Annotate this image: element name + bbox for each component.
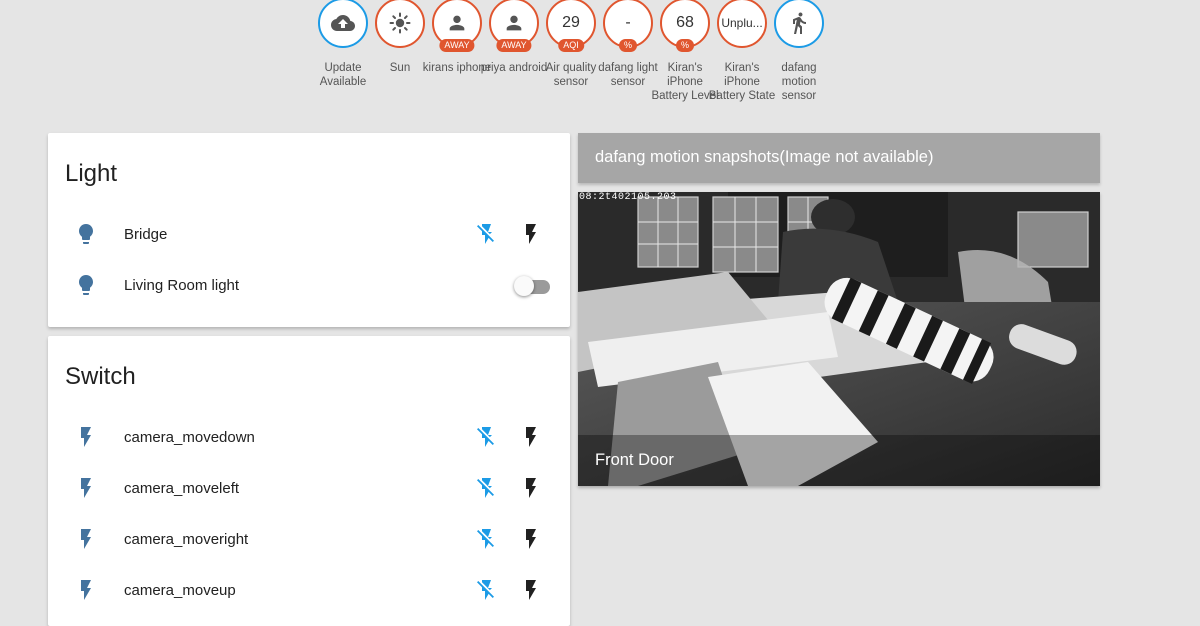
entity-row-bridge[interactable]: Bridge — [48, 215, 570, 255]
walk-icon — [793, 12, 806, 34]
entity-row-camera-moveleft[interactable]: camera_moveleft — [48, 469, 570, 509]
entity-name[interactable]: camera_moveleft — [124, 480, 239, 497]
badge-circle[interactable]: Unplu... — [717, 0, 767, 48]
badge-tag: % — [675, 39, 695, 52]
sun-icon — [389, 12, 411, 34]
flash-icon[interactable] — [74, 578, 98, 602]
flash-on-button[interactable] — [519, 476, 543, 500]
flash-on-button[interactable] — [519, 578, 543, 602]
cloud-upload-icon — [331, 15, 355, 31]
flash-on-button[interactable] — [519, 527, 543, 551]
flash-off-button[interactable] — [475, 578, 499, 602]
living-room-light-toggle[interactable] — [514, 275, 550, 297]
badge-value: 29 — [562, 14, 580, 31]
entity-name[interactable]: Bridge — [124, 226, 167, 243]
flash-icon[interactable] — [74, 425, 98, 449]
entity-row-camera-moveup[interactable]: camera_moveup — [48, 571, 570, 611]
flash-on-button[interactable] — [519, 222, 543, 246]
switch-card: Switch camera_movedown camera_moveleft c… — [48, 336, 570, 626]
card-title: Switch — [65, 363, 136, 390]
flash-off-button[interactable] — [475, 476, 499, 500]
flash-on-button[interactable] — [519, 425, 543, 449]
badge-tag: AWAY — [496, 39, 532, 52]
light-card: Light Bridge Living Room light — [48, 133, 570, 327]
badge-circle[interactable] — [318, 0, 368, 48]
lightbulb-icon[interactable] — [74, 222, 98, 246]
badge-tag: AQI — [558, 39, 584, 52]
camera-timestamp: 08:2t402105.203 — [579, 192, 677, 203]
badge-value: 68 — [676, 14, 694, 31]
entity-name[interactable]: Living Room light — [124, 277, 239, 294]
lightbulb-icon[interactable] — [74, 273, 98, 297]
badge-tag: AWAY — [439, 39, 475, 52]
camera-footer: Front Door — [578, 435, 1100, 486]
camera-name: Front Door — [595, 451, 674, 469]
badge-value: - — [625, 14, 631, 31]
flash-icon[interactable] — [74, 476, 98, 500]
badge-bar: Update Available Sun AWAY kirans iphone — [0, 0, 1200, 120]
toggle-knob[interactable] — [514, 276, 534, 296]
badge-circle[interactable] — [774, 0, 824, 48]
camera-snapshot-header[interactable]: dafang motion snapshots(Image not availa… — [578, 133, 1100, 183]
entity-row-camera-movedown[interactable]: camera_movedown — [48, 418, 570, 458]
entity-name[interactable]: camera_moveup — [124, 582, 236, 599]
entity-row-camera-moveright[interactable]: camera_moveright — [48, 520, 570, 560]
flash-off-button[interactable] — [475, 425, 499, 449]
person-icon — [506, 15, 522, 31]
person-icon — [449, 15, 465, 31]
entity-row-living-room-light[interactable]: Living Room light — [48, 266, 570, 306]
flash-icon[interactable] — [74, 527, 98, 551]
entity-name[interactable]: camera_movedown — [124, 429, 255, 446]
camera-header-text: dafang motion snapshots(Image not availa… — [595, 148, 934, 166]
card-title: Light — [65, 160, 118, 187]
flash-off-button[interactable] — [475, 222, 499, 246]
camera-feed-front-door[interactable]: 08:2t402105.203 Front Door — [578, 192, 1100, 486]
entity-name[interactable]: camera_moveright — [124, 531, 248, 548]
badge-value: Unplu... — [721, 16, 763, 30]
badge-tag: % — [618, 39, 638, 52]
badge-circle[interactable] — [375, 0, 425, 48]
badge-label: dafang motion sensor — [781, 62, 817, 102]
flash-off-button[interactable] — [475, 527, 499, 551]
